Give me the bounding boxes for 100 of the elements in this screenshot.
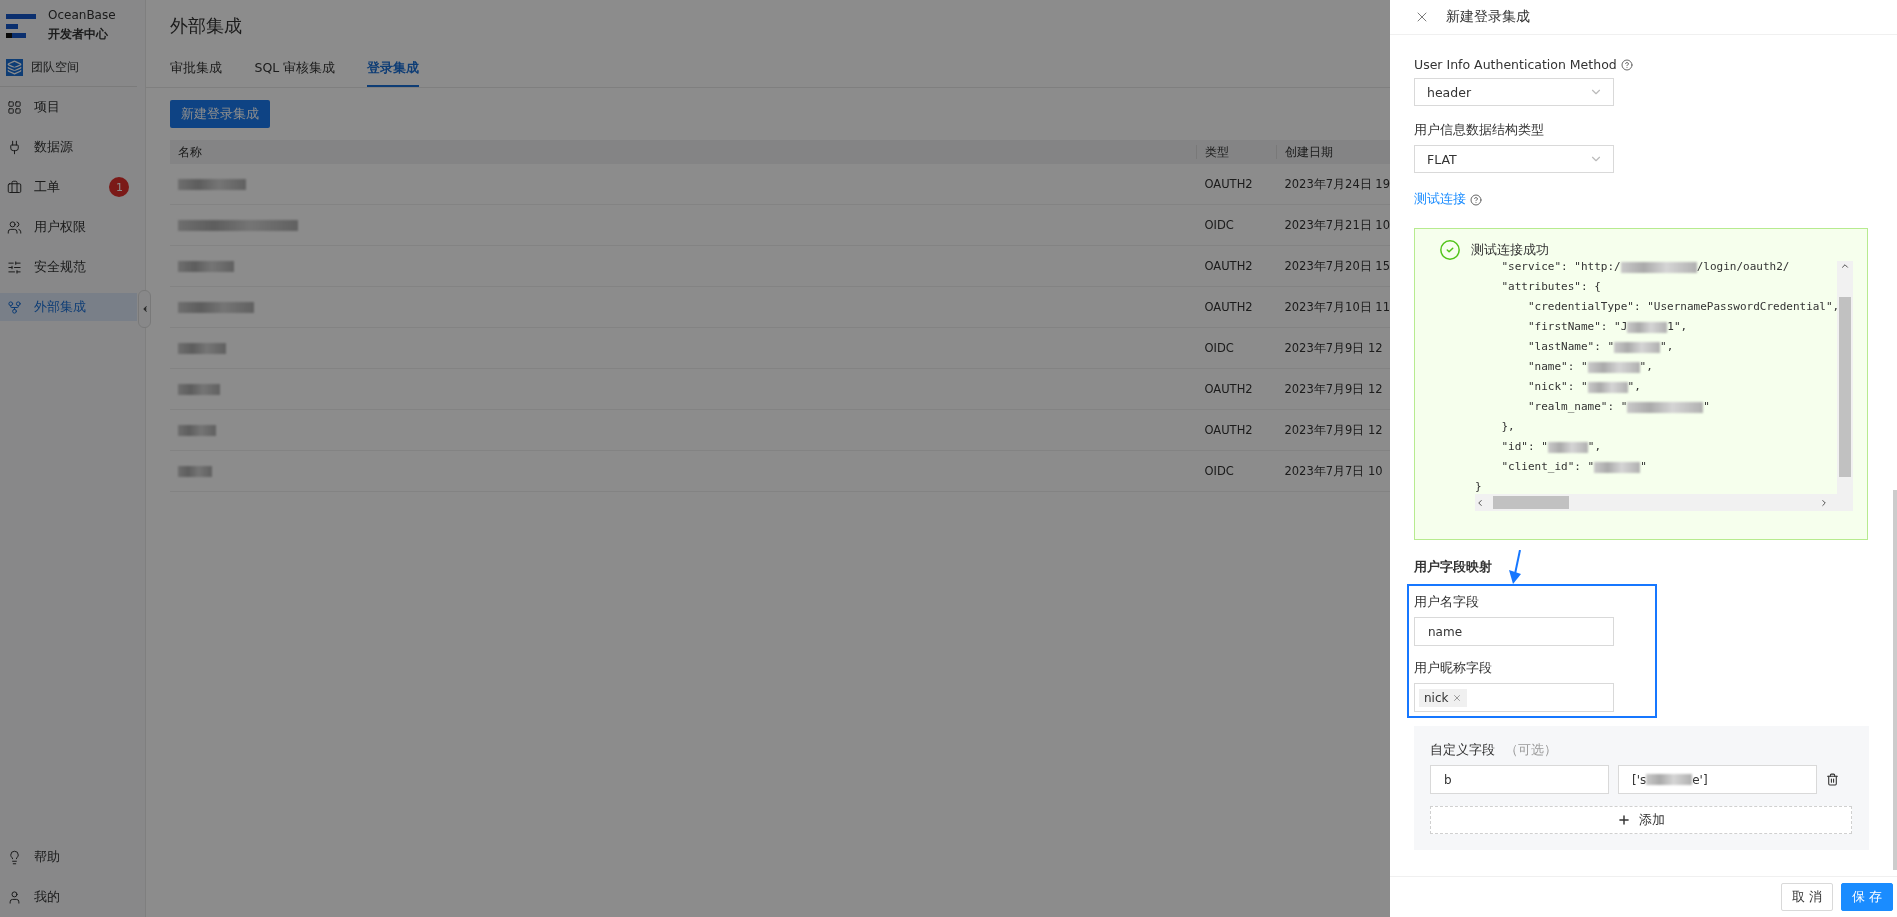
new-integration-button[interactable]: 新建登录集成	[170, 100, 271, 128]
team-label: 团队空间	[31, 59, 79, 76]
table-cell: OAUTH2	[1204, 423, 1253, 437]
code-line: "attributes": {	[1500, 279, 1602, 295]
table-cell: 2023年7月20日 15	[1284, 258, 1390, 273]
sidebar-label: 外部集成	[34, 298, 86, 316]
remove-icon[interactable]	[1451, 692, 1462, 703]
table-cell: 2023年7月7日 10	[1284, 463, 1383, 478]
code-line: "client_id": " "	[1500, 459, 1648, 475]
blurred-text	[1614, 341, 1661, 353]
user-icon	[7, 889, 22, 905]
table-cell: OAUTH2	[1204, 259, 1253, 273]
scrollbar-thumb[interactable]	[1493, 496, 1569, 509]
blurred-text	[1627, 321, 1668, 333]
sliders-icon	[7, 259, 22, 275]
field-label: 用户昵称字段	[1414, 660, 1492, 677]
grid-icon	[7, 99, 22, 115]
sidebar-label: 用户权限	[34, 218, 86, 236]
table-cell: OIDC	[1204, 341, 1234, 355]
code-line: "nick": " ",	[1526, 379, 1642, 395]
sidebar-item[interactable]: 工单 1	[0, 173, 138, 201]
horizontal-scrollbar[interactable]	[1475, 494, 1853, 511]
blurred-text	[1594, 461, 1641, 473]
code-line: "name": " ",	[1526, 359, 1654, 375]
input-field[interactable]: ['s e']	[1618, 765, 1817, 794]
blurred-text	[1646, 774, 1693, 785]
input-field[interactable]: name	[1414, 617, 1614, 646]
table-cell: OAUTH2	[1204, 300, 1253, 314]
logo-icon	[6, 11, 36, 40]
code-line: "id": " ",	[1500, 439, 1603, 455]
table-cell: OAUTH2	[1204, 382, 1253, 396]
trash-icon[interactable]	[1826, 773, 1839, 786]
lightbulb-icon	[7, 849, 22, 865]
select-field[interactable]: header	[1414, 78, 1614, 106]
table-cell: 2023年7月9日 12	[1284, 381, 1383, 396]
table-cell: OAUTH2	[1204, 177, 1253, 191]
vertical-scrollbar[interactable]	[1837, 261, 1853, 494]
field-label: 用户名字段	[1414, 594, 1479, 611]
caret-icon	[140, 304, 150, 314]
blurred-text	[1587, 361, 1640, 373]
sidebar-label: 帮助	[34, 848, 60, 866]
field-label: User Info Authentication Method	[1414, 57, 1617, 72]
section-title: 用户字段映射	[1414, 558, 1493, 576]
sidebar-item[interactable]: 项目	[0, 93, 138, 121]
tab[interactable]: SQL 审核集成	[254, 52, 336, 87]
tag-input-field[interactable]: nick	[1414, 683, 1614, 712]
sidebar-item[interactable]: 我的	[0, 883, 138, 911]
count-badge: 1	[109, 177, 130, 197]
plug-icon	[7, 139, 22, 155]
test-connection-link[interactable]: 测试连接	[1414, 191, 1466, 208]
sidebar-item[interactable]: 用户权限	[0, 213, 138, 241]
table-cell: 2023年7月10日 11	[1284, 299, 1390, 314]
column-header: 类型	[1205, 145, 1230, 159]
input-field[interactable]: b	[1430, 765, 1609, 794]
check-circle-icon	[1439, 239, 1461, 261]
blurred-text	[1547, 441, 1588, 453]
sidebar-label: 安全规范	[34, 258, 86, 276]
field-label: 自定义字段	[1430, 742, 1495, 759]
code-line: "realm_name": " "	[1526, 399, 1711, 415]
tab[interactable]: 登录集成	[367, 52, 420, 87]
team-switcher[interactable]: 团队空间	[0, 49, 138, 87]
help-icon	[1470, 193, 1482, 206]
scrollbar-thumb[interactable]	[1839, 297, 1851, 477]
table-cell: OIDC	[1204, 464, 1234, 478]
table-cell: 2023年7月21日 10	[1284, 217, 1390, 232]
add-button[interactable]: 添加	[1430, 806, 1852, 834]
sidebar-item[interactable]: 外部集成	[0, 293, 138, 321]
briefcase-icon	[7, 179, 22, 195]
code-line: "credentialType": "UsernamePasswordCredential",	[1526, 299, 1837, 315]
collapse-handle[interactable]	[138, 290, 152, 328]
sidebar-item[interactable]: 帮助	[0, 843, 138, 871]
code-line: "firstName": "J 1",	[1526, 319, 1689, 335]
table-cell: OIDC	[1204, 218, 1234, 232]
table-cell: 2023年7月9日 12	[1284, 340, 1383, 355]
plus-icon	[1617, 813, 1631, 827]
sidebar-label: 我的	[34, 888, 60, 906]
blurred-text	[1587, 381, 1628, 393]
scroll-right-icon[interactable]	[1819, 497, 1829, 508]
optional-hint: （可选）	[1505, 742, 1557, 759]
cancel-button[interactable]: 取 消	[1781, 883, 1833, 911]
scroll-up-icon[interactable]	[1840, 261, 1850, 271]
page-title: 外部集成	[169, 14, 244, 38]
tag: nick	[1419, 688, 1467, 707]
field-label: 用户信息数据结构类型	[1414, 122, 1544, 139]
sidebar-label: 数据源	[34, 138, 73, 156]
fork-icon	[7, 299, 22, 315]
save-button[interactable]: 保 存	[1841, 883, 1893, 911]
scroll-left-icon[interactable]	[1475, 497, 1485, 508]
sidebar-item[interactable]: 安全规范	[0, 253, 138, 281]
drawer-title: 新建登录集成	[1446, 8, 1530, 26]
select-field[interactable]: FLAT	[1414, 145, 1614, 173]
success-title: 测试连接成功	[1471, 241, 1549, 259]
table-cell: 2023年7月24日 19	[1284, 176, 1390, 191]
code-line: }	[1475, 479, 1483, 495]
drawer-scrollbar[interactable]	[1893, 490, 1897, 870]
sidebar-item[interactable]: 数据源	[0, 133, 138, 161]
sidebar-label: 工单	[34, 178, 60, 196]
code-line: "lastName": " ",	[1526, 339, 1675, 355]
tab[interactable]: 审批集成	[170, 52, 223, 87]
layers-icon	[6, 59, 23, 76]
